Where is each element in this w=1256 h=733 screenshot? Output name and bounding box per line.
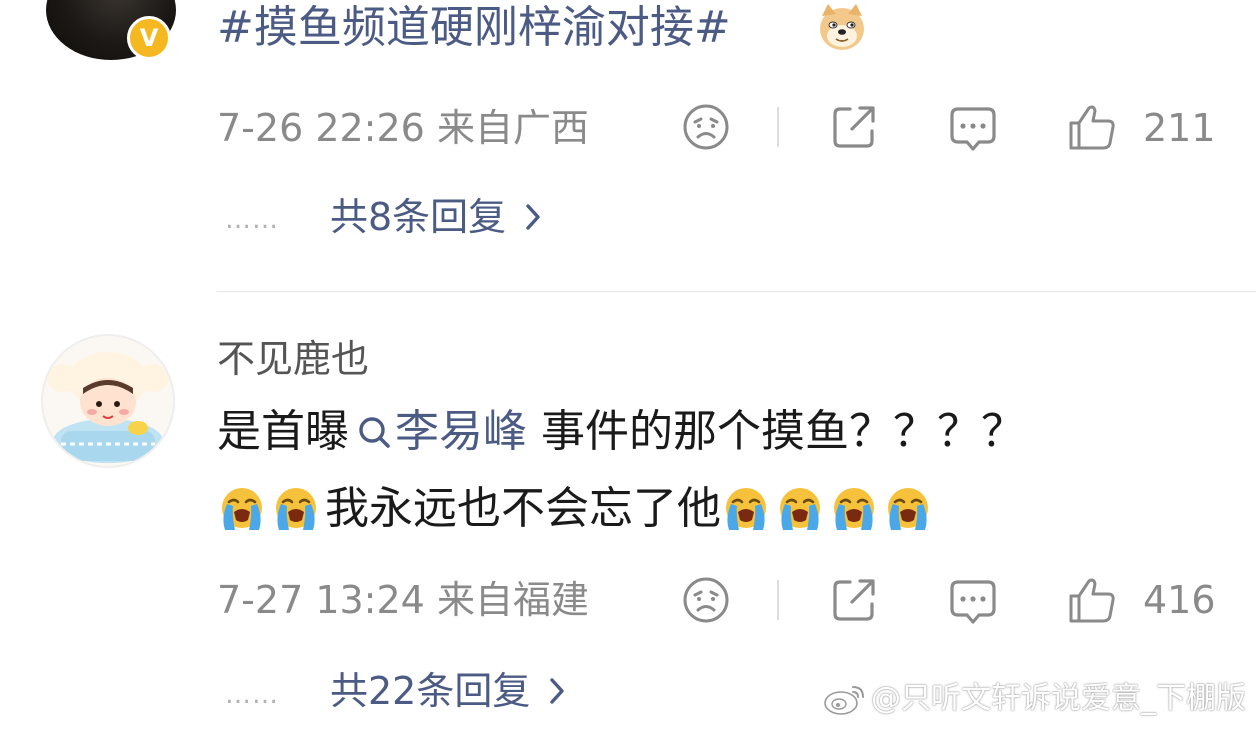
comment-icon[interactable] xyxy=(948,103,998,155)
comment-divider xyxy=(217,291,1256,292)
view-replies-label: 共22条回复 xyxy=(330,669,531,713)
crying-face-emoji-icon xyxy=(775,484,825,534)
crying-face-emoji-icon xyxy=(829,484,879,534)
view-replies-link[interactable]: 共8条回复 xyxy=(330,194,542,240)
chevron-right-icon xyxy=(548,676,566,706)
crying-face-emoji-icon xyxy=(271,484,321,534)
timestamp: 7-26 22:26 xyxy=(217,106,425,150)
divider xyxy=(777,107,779,147)
comment-meta: 7-27 13:24 来自福建 xyxy=(217,578,589,622)
avatar[interactable] xyxy=(41,334,175,468)
comment-text-line2: 我永远也不会忘了他 xyxy=(217,481,937,537)
crying-face-emoji-icon xyxy=(721,484,771,534)
chevron-right-icon xyxy=(524,202,542,232)
share-icon[interactable] xyxy=(830,103,878,151)
search-mention-link[interactable]: 李易峰 xyxy=(349,404,527,460)
hashtag-link[interactable]: #摸鱼频道硬刚梓渝对接# xyxy=(217,0,731,56)
like-count: 211 xyxy=(1143,106,1216,150)
comment-text: 是首曝 李易峰 事件的那个摸鱼？？？？ xyxy=(217,404,1025,460)
username[interactable]: 不见鹿也 xyxy=(217,334,369,384)
mention-label: 李易峰 xyxy=(395,406,527,457)
replies-dots: …… xyxy=(225,205,279,235)
replies-dots: …… xyxy=(225,680,279,710)
like-count: 416 xyxy=(1143,578,1216,622)
comment-text-part: 是首曝 xyxy=(217,406,349,457)
watermark: @只听文轩诉说爱意_下棚版 xyxy=(823,679,1246,719)
comment-text-part: 我永远也不会忘了他 xyxy=(325,483,721,534)
dislike-face-icon[interactable] xyxy=(682,576,730,624)
location: 来自广西 xyxy=(436,106,589,150)
crying-face-emoji-icon xyxy=(883,484,933,534)
location: 来自福建 xyxy=(436,578,589,622)
comment-meta: 7-26 22:26 来自广西 xyxy=(217,106,589,150)
like-icon[interactable] xyxy=(1067,103,1117,151)
timestamp: 7-27 13:24 xyxy=(217,578,425,622)
weibo-logo-icon xyxy=(823,681,867,717)
like-icon[interactable] xyxy=(1067,576,1117,624)
view-replies-label: 共8条回复 xyxy=(330,195,507,239)
comment-icon[interactable] xyxy=(948,576,998,628)
dislike-face-icon[interactable] xyxy=(682,103,730,151)
comment-text-part: 事件的那个摸鱼？？？？ xyxy=(527,406,1025,457)
view-replies-link[interactable]: 共22条回复 xyxy=(330,668,566,714)
verified-badge-icon: V xyxy=(127,16,171,60)
watermark-text: @只听文轩诉说爱意_下棚版 xyxy=(871,681,1246,716)
doge-emoji-icon xyxy=(818,2,866,52)
crying-face-emoji-icon xyxy=(217,484,267,534)
share-icon[interactable] xyxy=(830,576,878,624)
divider xyxy=(777,580,779,620)
search-icon xyxy=(357,415,391,449)
